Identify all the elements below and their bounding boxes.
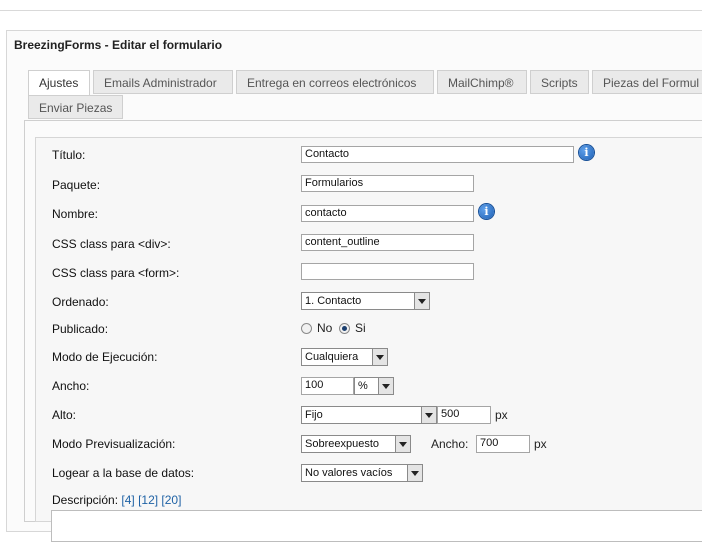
chevron-down-icon[interactable] xyxy=(407,465,422,481)
alto-mode-select[interactable]: Fijo xyxy=(301,406,437,424)
top-divider xyxy=(0,10,702,11)
tab-enviar-piezas[interactable]: Enviar Piezas xyxy=(28,95,123,119)
logear-value: No valores vacíos xyxy=(305,467,393,479)
publicado-label: Publicado: xyxy=(52,322,109,336)
ancho-input[interactable]: 100 xyxy=(301,377,354,395)
logear-select[interactable]: No valores vacíos xyxy=(301,464,423,482)
descripcion-row: Descripción: [4] [12] [20] xyxy=(52,493,181,507)
logear-label: Logear a la base de datos: xyxy=(52,466,195,480)
previsualizacion-ancho-label: Ancho: xyxy=(431,437,469,451)
nombre-label: Nombre: xyxy=(52,207,99,221)
alto-unit: px xyxy=(495,408,508,422)
tab-piezas-formulario[interactable]: Piezas del Formul xyxy=(592,70,702,94)
info-icon[interactable] xyxy=(479,204,494,219)
alto-label: Alto: xyxy=(52,408,77,422)
publicado-no-label: No xyxy=(317,321,333,335)
ancho-label: Ancho: xyxy=(52,379,90,393)
paquete-label: Paquete: xyxy=(52,178,101,192)
chevron-down-icon[interactable] xyxy=(395,436,410,452)
chevron-down-icon[interactable] xyxy=(414,293,429,309)
ancho-unit-select[interactable]: % xyxy=(354,377,394,395)
css-div-label: CSS class para <div>: xyxy=(52,237,171,251)
chevron-down-icon[interactable] xyxy=(372,349,387,365)
settings-form: Título: Contacto Paquete: Formularios No… xyxy=(35,137,702,542)
tab-mailchimp[interactable]: MailChimp® xyxy=(437,70,527,94)
css-form-label: CSS class para <form>: xyxy=(52,266,180,280)
previsualizacion-ancho-unit: px xyxy=(534,437,547,451)
tab-entrega-correos[interactable]: Entrega en correos electrónicos xyxy=(236,70,434,94)
publicado-no-radio[interactable] xyxy=(301,323,312,334)
tab-emails-administrador[interactable]: Emails Administrador xyxy=(93,70,233,94)
modo-previsualizacion-label: Modo Previsualización: xyxy=(52,437,176,451)
alto-mode-value: Fijo xyxy=(305,409,323,421)
ordenado-label: Ordenado: xyxy=(52,295,109,309)
modo-previsualizacion-value: Sobreexpuesto xyxy=(305,438,379,450)
css-div-input[interactable]: content_outline xyxy=(301,234,474,251)
alto-input[interactable]: 500 xyxy=(437,406,491,424)
descripcion-link-20[interactable]: [20] xyxy=(161,493,181,507)
css-form-input[interactable] xyxy=(301,263,474,280)
modo-ejecucion-label: Modo de Ejecución: xyxy=(52,350,158,364)
chevron-down-icon[interactable] xyxy=(421,407,436,423)
modo-ejecucion-select[interactable]: Cualquiera xyxy=(301,348,388,366)
paquete-input[interactable]: Formularios xyxy=(301,175,474,192)
window-title: BreezingForms - Editar el formulario xyxy=(14,38,223,52)
top-strip xyxy=(0,0,702,30)
ordenado-value: 1. Contacto xyxy=(305,295,362,307)
info-icon[interactable] xyxy=(579,145,594,160)
tab-ajustes[interactable]: Ajustes xyxy=(28,70,90,96)
nombre-input[interactable]: contacto xyxy=(301,205,474,222)
descripcion-link-4[interactable]: [4] xyxy=(121,493,134,507)
publicado-si-label: Si xyxy=(355,321,366,335)
descripcion-label: Descripción: xyxy=(52,493,119,507)
modo-ejecucion-value: Cualquiera xyxy=(305,351,359,363)
modo-previsualizacion-select[interactable]: Sobreexpuesto xyxy=(301,435,411,453)
tab-scripts[interactable]: Scripts xyxy=(530,70,589,94)
ancho-unit-value: % xyxy=(358,380,368,392)
previsualizacion-ancho-input[interactable]: 700 xyxy=(476,435,530,453)
ordenado-select[interactable]: 1. Contacto xyxy=(301,292,430,310)
descripcion-link-12[interactable]: [12] xyxy=(138,493,158,507)
titulo-input[interactable]: Contacto xyxy=(301,146,574,163)
publicado-si-radio[interactable] xyxy=(339,323,350,334)
descripcion-textarea[interactable] xyxy=(51,510,702,542)
titulo-label: Título: xyxy=(52,148,86,162)
chevron-down-icon[interactable] xyxy=(378,378,393,394)
